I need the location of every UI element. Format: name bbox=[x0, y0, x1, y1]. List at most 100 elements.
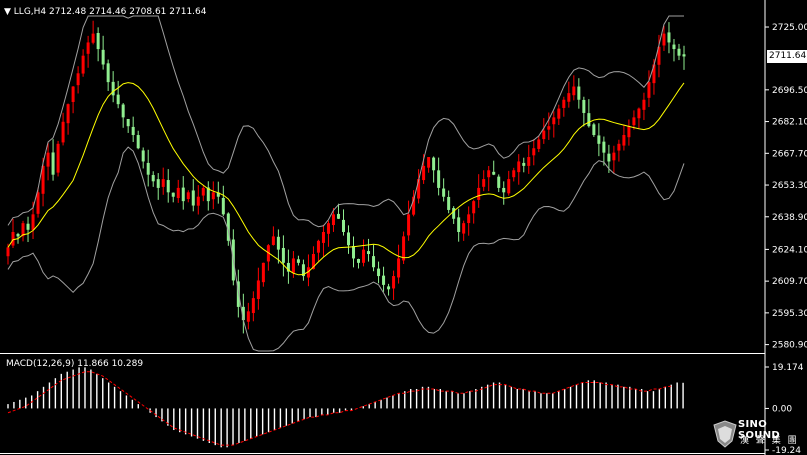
candle-body bbox=[186, 192, 190, 200]
macd-plot[interactable] bbox=[7, 367, 684, 448]
candle-body bbox=[582, 99, 586, 113]
candle-body bbox=[647, 82, 651, 98]
macd-tick-label: 0.00 bbox=[772, 404, 792, 414]
candle-body bbox=[346, 232, 351, 246]
candle-body bbox=[321, 231, 325, 243]
candle-body bbox=[432, 157, 436, 171]
candle-body bbox=[682, 54, 686, 57]
candle-body bbox=[121, 104, 125, 118]
candle-body bbox=[201, 187, 205, 196]
candle-body bbox=[392, 276, 396, 289]
price-tick-label: 2653.30 bbox=[772, 181, 807, 191]
candle-body bbox=[577, 86, 581, 100]
candle-body bbox=[572, 86, 576, 96]
candle-body bbox=[537, 139, 541, 149]
candle-body bbox=[296, 259, 300, 263]
current-price-label: 2711.64 bbox=[767, 50, 807, 64]
candle-body bbox=[336, 213, 340, 219]
macd-tick-label: 19.174 bbox=[772, 363, 804, 373]
macd-label: MACD(12,26,9) 11.866 10.289 bbox=[6, 359, 144, 369]
candle-body bbox=[632, 117, 636, 126]
price-axis: 2725.00 2696.50 2682.10 2667.70 2653.30 2638.… bbox=[0, 0, 807, 455]
price-tick-label: 2725.00 bbox=[772, 23, 807, 33]
candle-body bbox=[326, 223, 330, 234]
candlestick-plot[interactable] bbox=[6, 20, 686, 334]
candle-body bbox=[81, 55, 85, 74]
candle-body bbox=[116, 94, 120, 105]
candle-body bbox=[597, 135, 601, 144]
price-tick-label: 2682.10 bbox=[772, 118, 807, 128]
candle-body bbox=[472, 201, 476, 214]
candle-body bbox=[622, 135, 626, 146]
candle-body bbox=[607, 153, 611, 162]
logo-chinese: 漢 聲 集 團 bbox=[740, 436, 799, 446]
candle-body bbox=[517, 161, 521, 173]
candle-body bbox=[46, 152, 50, 167]
candle-body bbox=[677, 48, 681, 56]
candle-body bbox=[341, 219, 345, 232]
candle-body bbox=[422, 165, 426, 181]
candle-body bbox=[281, 247, 285, 263]
candle-body bbox=[291, 258, 295, 273]
candle-body bbox=[602, 141, 606, 153]
candle-body bbox=[587, 113, 591, 127]
candle-body bbox=[56, 143, 60, 173]
candle-body bbox=[96, 32, 100, 50]
candle-body bbox=[26, 223, 30, 230]
candle-body bbox=[196, 196, 200, 206]
candle-body bbox=[256, 280, 260, 299]
candle-body bbox=[131, 126, 135, 136]
candle-body bbox=[457, 217, 461, 232]
candle-body bbox=[352, 245, 356, 259]
price-tick-label: 2638.90 bbox=[772, 213, 807, 223]
candle-body bbox=[176, 187, 180, 199]
candle-body bbox=[462, 223, 466, 234]
candle-body bbox=[11, 231, 15, 246]
candle-body bbox=[542, 130, 546, 140]
triangle-down-icon[interactable]: ▼ bbox=[4, 7, 11, 17]
price-chart[interactable]: 2725.00 2696.50 2682.10 2667.70 2653.30 2638.… bbox=[0, 0, 807, 455]
candle-body bbox=[31, 214, 35, 230]
candle-body bbox=[467, 214, 471, 224]
candle-body bbox=[547, 126, 551, 130]
candle-body bbox=[166, 180, 170, 193]
candle-body bbox=[452, 208, 456, 219]
candle-body bbox=[562, 99, 566, 108]
candle-body bbox=[161, 179, 165, 187]
candle-body bbox=[567, 93, 571, 102]
candle-body bbox=[437, 170, 441, 188]
candle-body bbox=[211, 192, 215, 200]
candle-body bbox=[502, 187, 506, 193]
candle-body bbox=[397, 258, 401, 278]
candle-body bbox=[111, 81, 115, 96]
candle-body bbox=[492, 171, 496, 175]
candle-body bbox=[477, 187, 481, 200]
candle-body bbox=[51, 152, 55, 175]
candle-body bbox=[141, 150, 145, 162]
candle-body bbox=[16, 233, 20, 237]
candle-body bbox=[101, 49, 105, 65]
candle-body bbox=[136, 135, 140, 149]
candle-body bbox=[427, 157, 431, 168]
candle-body bbox=[151, 175, 155, 182]
candle-body bbox=[612, 152, 616, 161]
candle-body bbox=[156, 179, 160, 188]
candle-body bbox=[672, 44, 676, 50]
symbol-label: LLG,H4 bbox=[13, 7, 47, 17]
price-tick-label: 2580.90 bbox=[772, 341, 807, 351]
candle-body bbox=[271, 236, 275, 245]
candle-body bbox=[76, 73, 80, 86]
candle-body bbox=[362, 249, 366, 263]
candle-body bbox=[487, 170, 491, 178]
lower-band-line bbox=[7, 146, 685, 352]
price-tick-label: 2609.70 bbox=[772, 277, 807, 287]
candle-body bbox=[126, 118, 130, 127]
candle-body bbox=[377, 268, 381, 277]
candle-body bbox=[316, 240, 320, 253]
candle-body bbox=[171, 192, 175, 197]
price-tick-label: 2696.50 bbox=[772, 86, 807, 96]
candle-body bbox=[276, 236, 280, 250]
candle-body bbox=[407, 214, 411, 236]
candle-body bbox=[627, 126, 631, 138]
candle-body bbox=[442, 188, 446, 197]
